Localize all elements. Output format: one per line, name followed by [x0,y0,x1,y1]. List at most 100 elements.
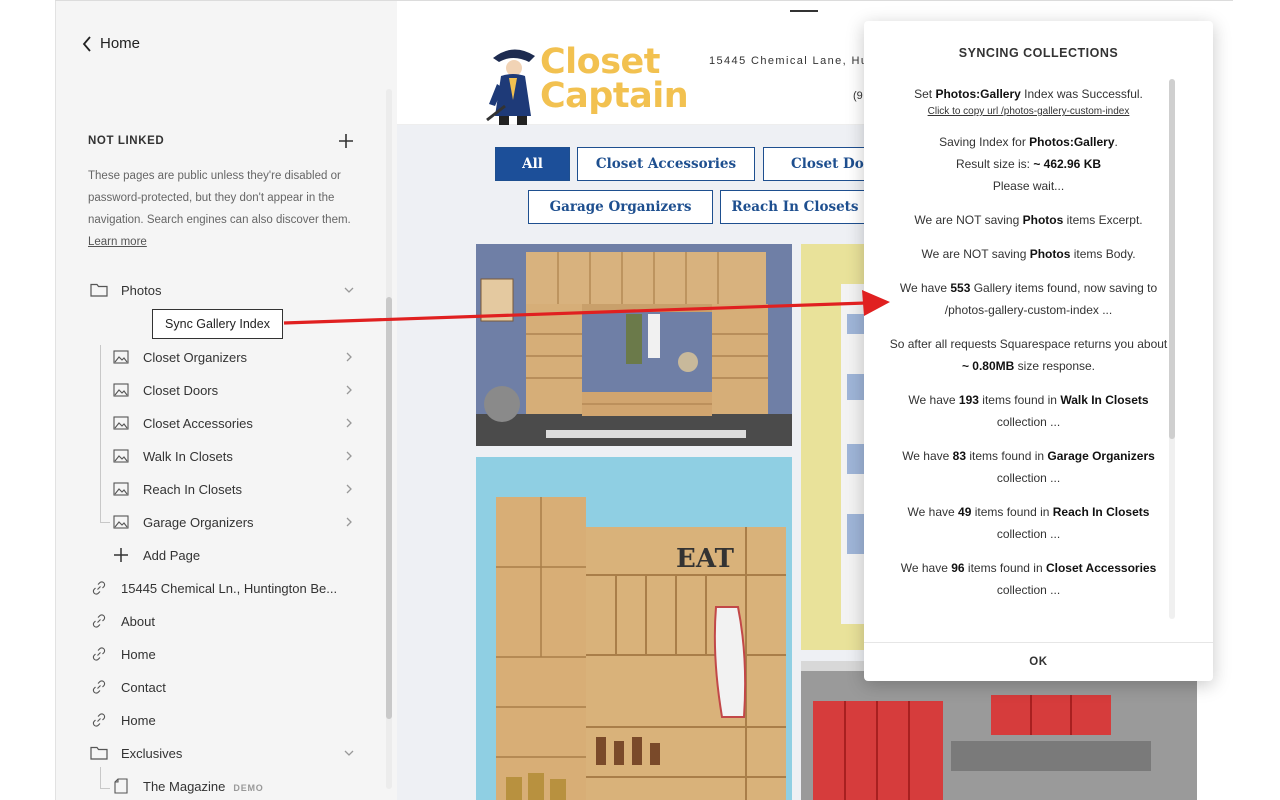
chevron-down-icon[interactable] [344,748,354,758]
sidebar-item-contact[interactable]: Contact [56,674,366,700]
gallery-icon [112,415,130,431]
learn-more-link[interactable]: Learn more [88,236,147,248]
log-message: Set Photos:Gallery Index was Successful.… [886,83,1171,119]
not-linked-description-text: These pages are public unless they're di… [88,170,351,226]
sidebar-item-label: Photos [121,282,162,298]
log-text: collection ... [996,415,1061,429]
sidebar-item-walk-in-closets[interactable]: Walk In Closets [56,443,366,469]
sidebar-item-label: Reach In Closets [143,481,242,497]
sidebar-item-about[interactable]: About [56,608,366,634]
page-icon [112,778,130,794]
sidebar-item-home-2[interactable]: Home [56,707,366,733]
captain-mascot-logo [486,49,535,125]
copy-url-link[interactable]: Click to copy url /photos-gallery-custom… [886,105,1171,119]
log-text: items found in [971,505,1053,519]
ok-button[interactable]: OK [864,642,1213,681]
sidebar-item-the-magazine[interactable]: The Magazine DEMO [56,773,366,799]
chevron-right-icon[interactable] [344,385,354,395]
log-text-bold: Photos:Gallery [935,87,1021,101]
gallery-photo-mudroom[interactable] [476,244,792,446]
link-icon [90,712,108,728]
sidebar-item-reach-in-closets[interactable]: Reach In Closets [56,476,366,502]
sidebar-item-photos[interactable]: Photos [56,277,366,303]
site-address: 15445 Chemical Lane, Hun [709,55,876,67]
sidebar-scrollbar-thumb[interactable] [386,297,392,719]
gallery-icon [112,349,130,365]
sidebar-item-label: Closet Organizers [143,349,248,365]
log-message: We are NOT saving Photos items Body. [886,243,1171,265]
sidebar-item-label: Closet Doors [143,382,219,398]
chevron-right-icon[interactable] [344,517,354,527]
sidebar-item-label: Contact [121,679,166,695]
chevron-right-icon[interactable] [344,418,354,428]
log-text-bold: Closet Accessories [1045,561,1157,575]
log-text-bold: Walk In Closets [1060,393,1149,407]
sidebar-item-label: The Magazine DEMO [143,779,264,794]
logo-line-1: Closet [540,42,661,82]
sidebar-item-label: Walk In Closets [143,448,233,464]
log-text-bold: Photos:Gallery [1029,135,1115,149]
sync-gallery-index-tooltip[interactable]: Sync Gallery Index [152,309,283,339]
log-text-bold: 96 [951,561,965,575]
chevron-down-icon[interactable] [344,285,354,295]
log-text-bold: 193 [958,393,979,407]
log-text-bold: Garage Organizers [1047,449,1155,463]
filter-all-button[interactable]: All [495,147,570,181]
log-text: Result size is: [955,157,1034,171]
folder-icon [90,745,108,761]
link-icon [90,613,108,629]
log-text: . [1114,135,1118,149]
link-icon [90,580,108,596]
magazine-label: The Magazine [143,778,226,794]
dialog-title: SYNCING COLLECTIONS [958,46,1119,60]
back-home-link[interactable]: Home [82,35,140,52]
filter-closet-accessories-button[interactable]: Closet Accessories [577,147,755,181]
log-text: collection ... [996,527,1061,541]
folder-icon [90,282,108,298]
log-message: Saving Index for Photos:Gallery. Result … [886,131,1171,197]
drag-handle-indicator [790,10,818,12]
gallery-photo-garage[interactable] [801,661,1197,800]
log-text: We are NOT saving [914,213,1023,227]
link-icon [90,679,108,695]
sidebar-item-address-link[interactable]: 15445 Chemical Ln., Huntington Be... [56,575,366,601]
sidebar-item-label: Home [121,712,156,728]
add-page-button[interactable]: Add Page [56,542,366,568]
gallery-icon [112,382,130,398]
sidebar-item-label: Garage Organizers [143,514,254,530]
sidebar-item-label: 15445 Chemical Ln., Huntington Be... [121,580,338,596]
log-text: items Excerpt. [1063,213,1143,227]
log-text: collection ... [996,583,1061,597]
log-text: We have [900,561,952,575]
gallery-icon [112,481,130,497]
filter-garage-organizers-button[interactable]: Garage Organizers [528,190,713,224]
chevron-right-icon[interactable] [344,451,354,461]
gallery-icon [112,448,130,464]
log-text: items found in [966,449,1048,463]
sidebar-item-closet-accessories[interactable]: Closet Accessories [56,410,366,436]
closet-captain-logo-text[interactable]: Closet Captain [540,42,689,114]
sidebar-item-exclusives[interactable]: Exclusives [56,740,366,766]
add-page-label: Add Page [143,547,201,563]
log-text: Set [914,87,936,101]
add-page-plus-icon[interactable] [336,131,356,151]
log-text: items found in [964,561,1046,575]
log-text: We are NOT saving [921,247,1030,261]
window-margin-right [1233,0,1280,800]
chevron-right-icon[interactable] [344,352,354,362]
chevron-left-icon [82,35,91,52]
sidebar-item-label: About [121,613,155,629]
sidebar-item-garage-organizers[interactable]: Garage Organizers [56,509,366,535]
log-text-bold: 49 [958,505,972,519]
chevron-right-icon[interactable] [344,484,354,494]
sidebar-item-closet-doors[interactable]: Closet Doors [56,377,366,403]
window-margin-left [0,0,55,800]
filter-reach-in-closets-button[interactable]: Reach In Closets [720,190,870,224]
log-text: We have [899,281,951,295]
log-text: We have [902,449,953,463]
filter-closet-doors-button[interactable]: Closet Doo [763,147,873,181]
sidebar-item-closet-organizers[interactable]: Closet Organizers [56,344,366,370]
sidebar-item-home[interactable]: Home [56,641,366,667]
gallery-photo-pantry[interactable]: EAT [476,457,792,800]
log-message: We have 96 items found in Closet Accesso… [886,557,1171,601]
